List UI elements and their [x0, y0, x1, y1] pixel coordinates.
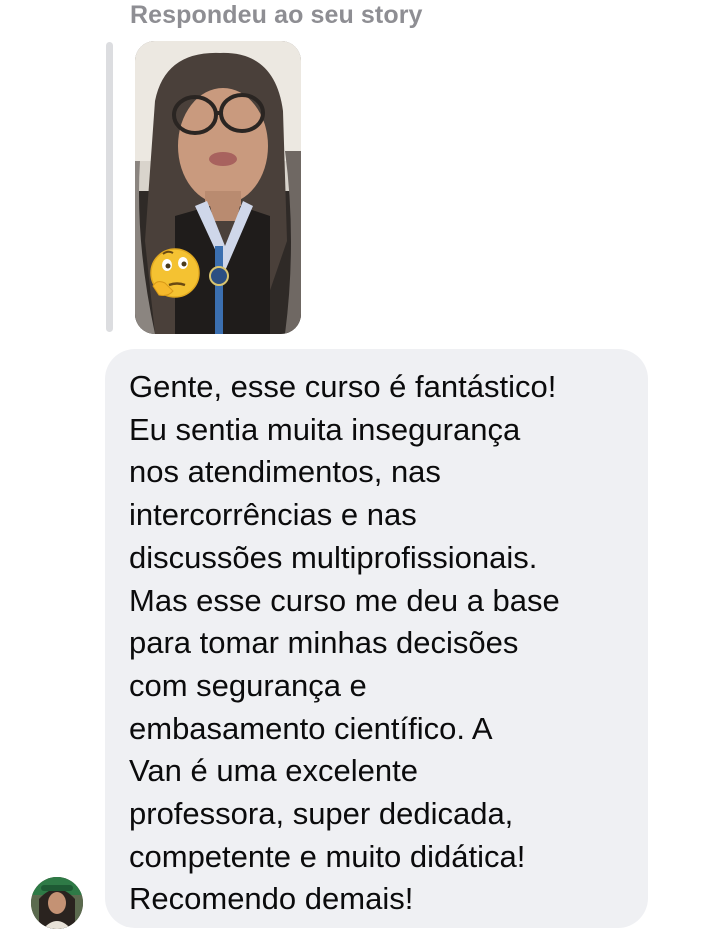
message-line: nos atendimentos, nas: [129, 454, 441, 490]
message-line: Recomendo demais!: [129, 881, 414, 917]
message-line: Eu sentia muita insegurança: [129, 411, 521, 447]
reply-bar: [106, 42, 113, 332]
thinking-face-emoji: [150, 248, 200, 298]
message-line: para tomar minhas decisões: [129, 625, 519, 661]
message-line: Gente, esse curso é fantástico!: [129, 369, 557, 404]
message-line: Van é uma excelente: [129, 753, 418, 789]
story-thumbnail[interactable]: [135, 41, 301, 334]
message-line: embasamento científico. A: [129, 710, 493, 746]
message-line: discussões multiprofissionais.: [129, 539, 538, 575]
message-line: Mas esse curso me deu a base: [129, 582, 560, 618]
message-line: competente e muito didática!: [129, 838, 526, 874]
message-line: intercorrências e nas: [129, 497, 417, 533]
message-text: Gente, esse curso é fantástico! Eu senti…: [129, 366, 629, 921]
reply-label: Respondeu ao seu story: [130, 1, 423, 29]
message-line: com segurança e: [129, 667, 367, 703]
avatar[interactable]: [31, 877, 83, 929]
message-line: professora, super dedicada,: [129, 796, 514, 832]
